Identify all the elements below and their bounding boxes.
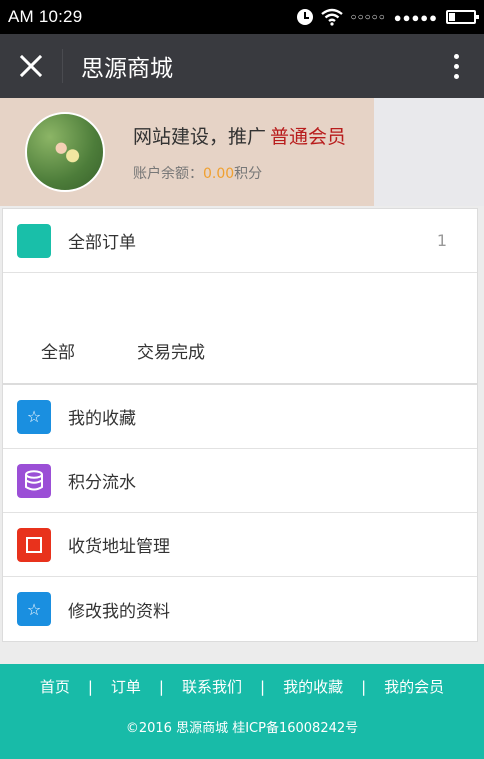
footer-separator: | bbox=[87, 677, 93, 696]
footer-link-home[interactable]: 首页 bbox=[39, 676, 71, 697]
menu-item-points-history[interactable]: 积分流水 bbox=[3, 449, 477, 513]
footer-copyright: ©2016 思源商城 桂ICP备16008242号 bbox=[125, 721, 359, 736]
orders-count: 1 bbox=[436, 231, 447, 250]
account-balance: 账户余额：0.00积分 bbox=[133, 163, 346, 183]
tab-completed-orders[interactable]: 交易完成 bbox=[137, 338, 205, 363]
menu-item-label: 积分流水 bbox=[68, 473, 136, 493]
orders-icon bbox=[17, 223, 51, 258]
more-dot-icon bbox=[453, 63, 459, 69]
balance-unit: 积分 bbox=[234, 165, 263, 182]
square-icon bbox=[17, 527, 51, 562]
profile-name-line: 网站建设，推广 普通会员 bbox=[133, 122, 346, 149]
more-dot-icon bbox=[453, 53, 459, 59]
all-orders-row[interactable]: 全部订单 1 bbox=[3, 209, 477, 273]
status-time: AM 10:29 bbox=[8, 7, 83, 26]
all-orders-label: 全部订单 bbox=[68, 233, 136, 253]
more-menu-button[interactable] bbox=[428, 34, 484, 98]
profile-name: 网站建设，推广 bbox=[133, 125, 267, 148]
profile-info: 网站建设，推广 普通会员 账户余额：0.00积分 bbox=[133, 122, 346, 183]
database-icon bbox=[17, 463, 51, 498]
page-title: 思源商城 bbox=[81, 56, 173, 82]
close-icon bbox=[20, 55, 42, 77]
profile-side-panel bbox=[374, 98, 484, 206]
menu-card: ☆ 我的收藏 积分流水 收货地址管理 ☆ 修改我的资料 bbox=[2, 384, 478, 642]
orders-card: 全部订单 1 全部 交易完成 bbox=[2, 208, 478, 384]
balance-value: 0.00 bbox=[203, 165, 235, 182]
title-bar: 思源商城 bbox=[0, 34, 484, 98]
tab-all-orders[interactable]: 全部 bbox=[41, 338, 75, 363]
member-level-badge: 普通会员 bbox=[270, 125, 347, 148]
footer-link-favorites[interactable]: 我的收藏 bbox=[282, 676, 344, 697]
menu-item-label: 收货地址管理 bbox=[68, 537, 170, 557]
more-dot-icon bbox=[453, 73, 459, 79]
footer-nav: 首页 | 订单 | 联系我们 | 我的收藏 | 我的会员 bbox=[0, 676, 484, 697]
status-bar: AM 10:29 ○○○○○ ●●●●● bbox=[0, 0, 484, 34]
close-button[interactable] bbox=[0, 34, 62, 98]
avatar[interactable] bbox=[25, 112, 105, 192]
signal-strength-1: ○○○○○ bbox=[350, 11, 386, 23]
footer-link-orders[interactable]: 订单 bbox=[110, 676, 142, 697]
title-divider bbox=[62, 49, 63, 83]
menu-item-favorites[interactable]: ☆ 我的收藏 bbox=[3, 385, 477, 449]
footer-link-membership[interactable]: 我的会员 bbox=[383, 676, 445, 697]
footer: 首页 | 订单 | 联系我们 | 我的收藏 | 我的会员 ©2016 思源商城 … bbox=[0, 664, 484, 759]
menu-item-label: 我的收藏 bbox=[68, 409, 136, 429]
profile-card: 网站建设，推广 普通会员 账户余额：0.00积分 bbox=[0, 98, 374, 206]
footer-link-contact[interactable]: 联系我们 bbox=[181, 676, 243, 697]
star-icon: ☆ bbox=[17, 399, 51, 434]
alarm-icon bbox=[296, 9, 313, 25]
order-status-tabs: 全部 交易完成 bbox=[3, 273, 477, 383]
balance-label: 账户余额： bbox=[133, 165, 203, 182]
footer-separator: | bbox=[361, 677, 367, 696]
wifi-icon bbox=[320, 8, 343, 26]
star-icon: ☆ bbox=[17, 592, 51, 626]
menu-item-address-management[interactable]: 收货地址管理 bbox=[3, 513, 477, 577]
menu-item-label: 修改我的资料 bbox=[68, 601, 170, 622]
footer-separator: | bbox=[260, 677, 266, 696]
status-indicators: ○○○○○ ●●●●● bbox=[296, 8, 479, 26]
battery-icon bbox=[446, 10, 479, 24]
signal-strength-2: ●●●●● bbox=[393, 9, 438, 25]
menu-item-edit-profile[interactable]: ☆ 修改我的资料 bbox=[3, 577, 477, 641]
footer-separator: | bbox=[158, 677, 164, 696]
